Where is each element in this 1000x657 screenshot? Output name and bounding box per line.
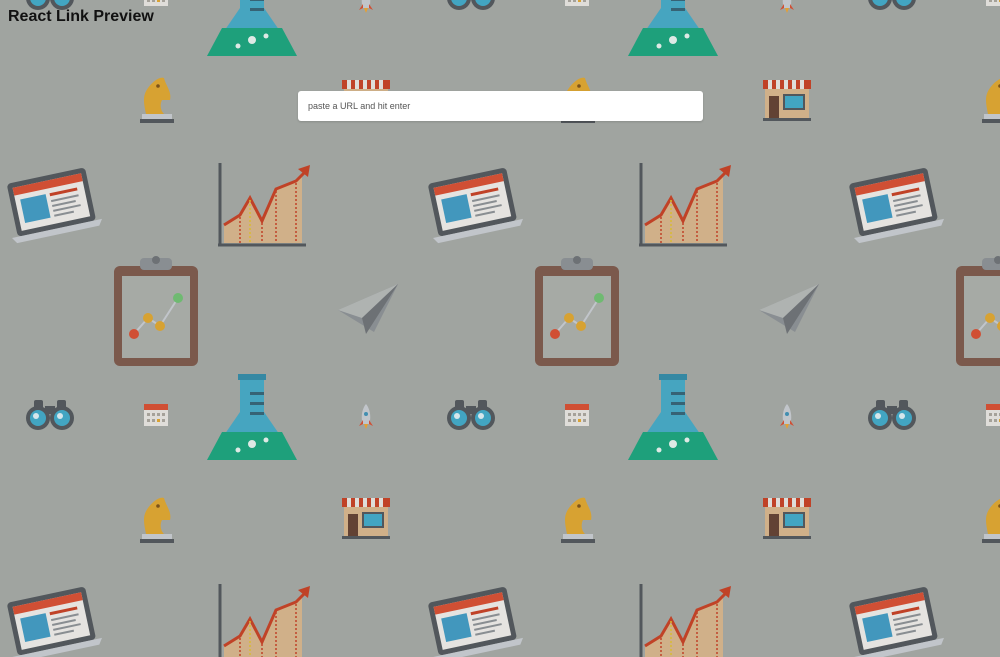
url-input[interactable] — [298, 91, 703, 121]
app-title: React Link Preview — [8, 8, 154, 25]
